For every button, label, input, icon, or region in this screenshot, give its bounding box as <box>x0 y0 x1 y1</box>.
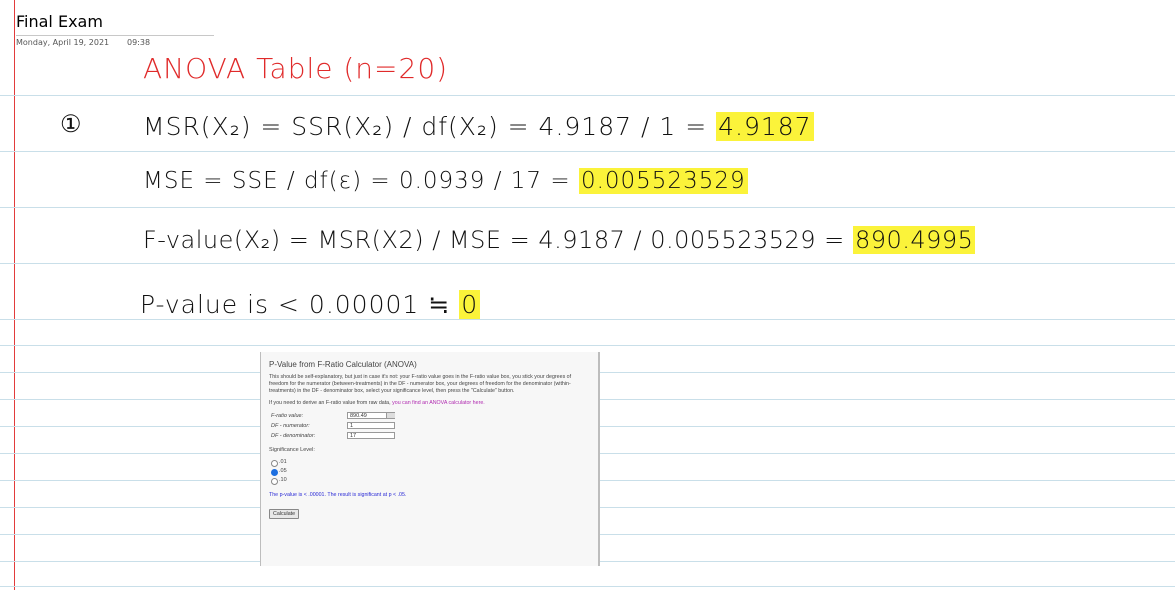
calculator-description: This should be self-explanatory, but jus… <box>269 374 572 394</box>
derive-paragraph: If you need to derive an F-ratio value f… <box>269 400 591 407</box>
rule-line <box>0 345 1175 346</box>
rule-line <box>0 95 1175 96</box>
calculator-screenshot: P-Value from F-Ratio Calculator (ANOVA) … <box>260 352 600 566</box>
rule-line <box>0 319 1175 320</box>
f-value-line: F-value(X₂) = MSR(X2) / MSE = 4.9187 / 0… <box>143 226 976 254</box>
page-date: Monday, April 19, 2021 <box>16 38 110 47</box>
derive-text: If you need to derive an F-ratio value f… <box>269 400 391 406</box>
significance-option-01[interactable]: .01 <box>269 459 591 468</box>
option-label: .01 <box>279 459 287 465</box>
page-time: 09:38 <box>127 38 151 47</box>
option-label: .05 <box>279 468 287 474</box>
msr-expression: MSR(X₂) = SSR(X₂) / df(X₂) = 4.9187 / 1 … <box>143 112 708 141</box>
df-numerator-row: DF - numerator: 1 <box>269 422 591 431</box>
df-numerator-input[interactable]: 1 <box>347 422 395 429</box>
df-denominator-row: DF - denominator: 17 <box>269 432 591 441</box>
radio-selected-icon[interactable] <box>271 469 278 476</box>
calculator-title: P-Value from F-Ratio Calculator (ANOVA) <box>269 360 417 369</box>
significance-label: Significance Level: <box>269 447 315 453</box>
msr-line: MSR(X₂) = SSR(X₂) / df(X₂) = 4.9187 / 1 … <box>143 112 814 141</box>
anova-calculator-link[interactable]: you can find an ANOVA calculator here. <box>392 400 485 406</box>
p-value-result: 0 <box>459 290 481 319</box>
result-text: The p-value is < .00001. The result is s… <box>269 492 407 498</box>
rule-line <box>0 151 1175 152</box>
rule-line <box>0 263 1175 264</box>
msr-result: 4.9187 <box>716 112 814 141</box>
df-denominator-label: DF - denominator: <box>271 433 316 439</box>
f-ratio-row: F-ratio value: 890.49 <box>269 412 591 421</box>
item-number: ① <box>60 110 83 138</box>
mse-expression: MSE = SSE / df(ε) = 0.0939 / 17 = <box>143 168 571 194</box>
f-value-result: 890.4995 <box>852 226 976 254</box>
mse-line: MSE = SSE / df(ε) = 0.0939 / 17 = 0.0055… <box>143 168 748 194</box>
calculate-button[interactable]: Calculate <box>269 509 300 519</box>
radio-icon[interactable] <box>271 460 278 467</box>
significance-option-10[interactable]: .10 <box>269 477 591 486</box>
p-value-expression: P-value is < 0.00001 ≒ <box>140 290 451 319</box>
f-value-expression: F-value(X₂) = MSR(X2) / MSE = 4.9187 / 0… <box>143 226 845 254</box>
df-denominator-input[interactable]: 17 <box>347 432 395 439</box>
anova-heading: ANOVA Table (n=20) <box>143 52 449 85</box>
rule-line <box>0 586 1175 587</box>
significance-option-05[interactable]: .05 <box>269 468 591 477</box>
rule-line <box>0 207 1175 208</box>
radio-icon[interactable] <box>271 478 278 485</box>
title-underline <box>16 35 214 36</box>
df-numerator-label: DF - numerator: <box>271 423 310 429</box>
f-ratio-label: F-ratio value: <box>271 413 304 419</box>
margin-line <box>14 0 15 590</box>
option-label: .10 <box>279 477 287 483</box>
spinner-icon[interactable] <box>386 413 395 418</box>
page-title[interactable]: Final Exam <box>16 12 103 31</box>
mse-result: 0.005523529 <box>578 168 748 194</box>
p-value-line: P-value is < 0.00001 ≒ 0 <box>140 290 481 319</box>
